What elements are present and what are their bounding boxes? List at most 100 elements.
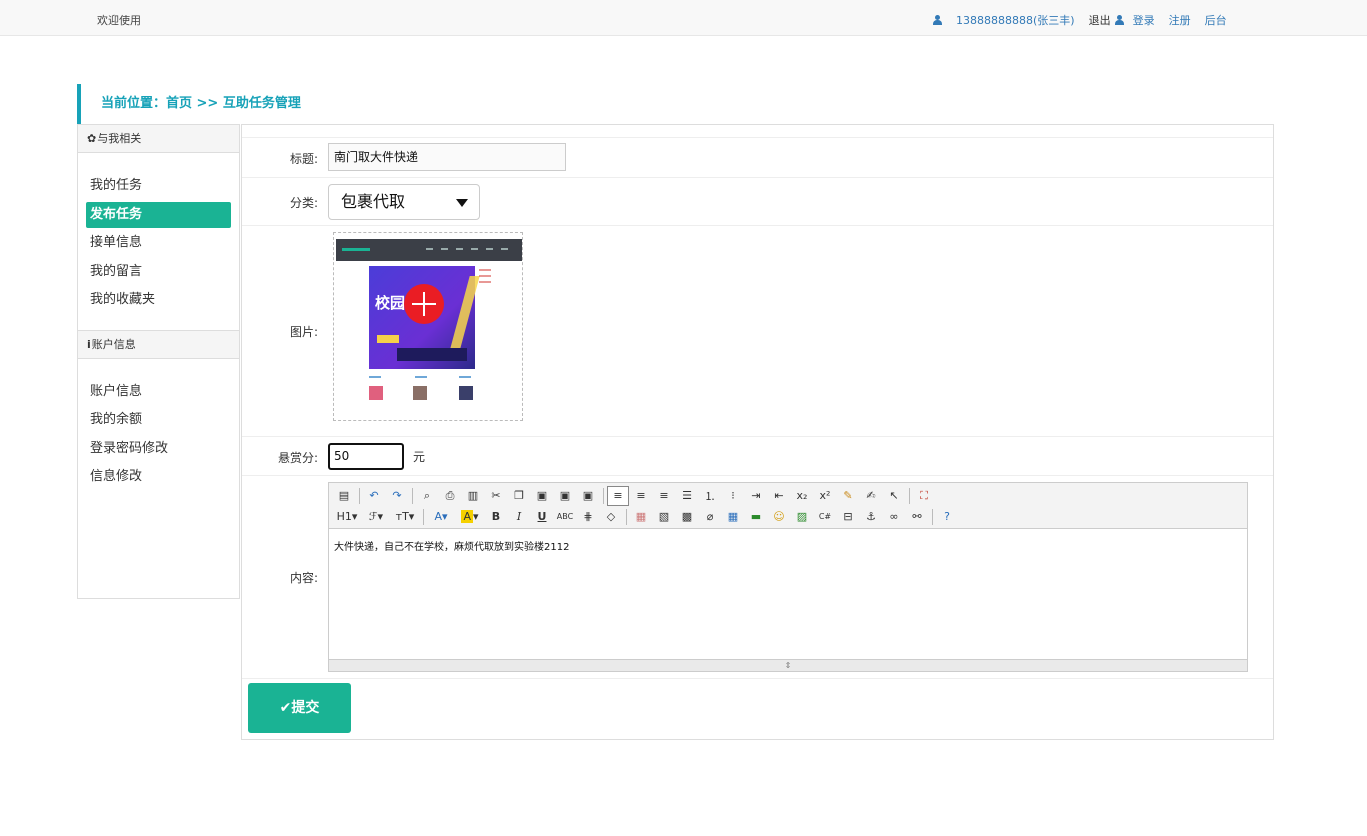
- sidebar-item-my-messages[interactable]: 我的留言: [86, 259, 231, 285]
- submit-label: 提交: [291, 700, 320, 716]
- sidebar-item-balance[interactable]: 我的余额: [86, 407, 231, 433]
- register-link[interactable]: 注册: [1169, 12, 1191, 28]
- unordered-list-icon[interactable]: ⁝: [722, 486, 744, 506]
- sidebar-section-title: 与我相关: [97, 132, 142, 145]
- user-links: 13888888888(张三丰) 退出 登录 注册 后台: [933, 12, 1241, 28]
- category-label: 分类:: [289, 196, 318, 210]
- code-icon[interactable]: C#: [814, 507, 836, 527]
- line-height-icon[interactable]: ⋕: [577, 507, 599, 527]
- quick-format-icon[interactable]: ✍: [860, 486, 882, 506]
- gear-icon: ✿: [87, 132, 97, 145]
- logout-link[interactable]: 退出: [1089, 12, 1111, 28]
- superscript-icon[interactable]: x²: [814, 486, 836, 506]
- reward-label: 悬赏分:: [277, 451, 318, 465]
- sidebar-item-change-password[interactable]: 登录密码修改: [86, 436, 231, 462]
- admin-link[interactable]: 后台: [1205, 12, 1227, 28]
- category-selected: 包裹代取: [341, 192, 406, 211]
- editor-resize-handle[interactable]: ⇕: [329, 659, 1247, 671]
- align-justify-icon[interactable]: ☰: [676, 486, 698, 506]
- font-family-icon[interactable]: ℱ▾: [362, 507, 390, 527]
- align-center-icon[interactable]: ≡: [630, 486, 652, 506]
- login-link[interactable]: 登录: [1133, 12, 1155, 28]
- ordered-list-icon[interactable]: ⒈: [699, 486, 721, 506]
- sidebar-list: 我的任务 发布任务 接单信息 我的留言 我的收藏夹: [78, 153, 239, 330]
- page-break-icon[interactable]: ⊟: [837, 507, 859, 527]
- horizontal-rule-icon[interactable]: ▬: [745, 507, 767, 527]
- bold-icon[interactable]: B: [485, 507, 507, 527]
- rich-text-editor[interactable]: ▤ ↶ ↷ ⌕ ⎙ ▥ ✂ ❐ ▣ ▣ ▣ ≡ ≡ ≡ ☰ ⒈ ⁝ ⇥ ⇤ x₂…: [328, 482, 1248, 672]
- paste-word-icon[interactable]: ▣: [577, 486, 599, 506]
- remove-format-icon[interactable]: ◇: [600, 507, 622, 527]
- content-label: 内容:: [289, 571, 318, 585]
- emoticon-icon[interactable]: ☺: [768, 507, 790, 527]
- task-form: 标题: 南门取大件快递 分类: 包裹代取 图片: 校园 悬赏分: 50 元 内容…: [241, 124, 1274, 740]
- reward-input[interactable]: 50: [328, 443, 404, 470]
- title-label: 标题:: [289, 152, 318, 166]
- anchor-icon[interactable]: ⚓: [860, 507, 882, 527]
- thumbnail-banner-text: 校园: [375, 294, 406, 312]
- sidebar-item-publish-task[interactable]: 发布任务: [86, 201, 231, 228]
- sidebar-list: 账户信息 我的余额 登录密码修改 信息修改: [78, 359, 239, 507]
- redo-icon[interactable]: ↷: [386, 486, 408, 506]
- select-all-icon[interactable]: ↖: [883, 486, 905, 506]
- image-upload-preview[interactable]: 校园: [333, 232, 523, 421]
- indent-icon[interactable]: ⇥: [745, 486, 767, 506]
- username-link[interactable]: 13888888888(张三丰): [956, 12, 1075, 28]
- welcome-text: 欢迎使用: [97, 14, 141, 27]
- sidebar-item-accepted-orders[interactable]: 接单信息: [86, 230, 231, 256]
- category-row: 分类: 包裹代取: [242, 177, 1273, 225]
- reward-unit: 元: [413, 450, 426, 464]
- breadcrumb: 当前位置：首页 >> 互助任务管理: [77, 84, 301, 124]
- submit-button[interactable]: ✔提交: [248, 683, 351, 733]
- source-icon[interactable]: ▤: [333, 486, 355, 506]
- heading-icon[interactable]: H1▾: [333, 507, 361, 527]
- sidebar-item-account-info[interactable]: 账户信息: [86, 379, 231, 405]
- top-navbar: 欢迎使用 13888888888(张三丰) 退出 登录 注册 后台: [0, 0, 1367, 36]
- paste-icon[interactable]: ▣: [531, 486, 553, 506]
- underline-icon[interactable]: U: [531, 507, 553, 527]
- map-icon[interactable]: ▨: [791, 507, 813, 527]
- undo-icon[interactable]: ↶: [363, 486, 385, 506]
- sidebar-section-title: 账户信息: [91, 337, 136, 351]
- italic-icon[interactable]: I: [508, 507, 530, 527]
- sidebar-section-header: i账户信息: [78, 330, 239, 359]
- editor-content[interactable]: 大件快递，自己不在学校，麻烦代取放到实验楼2112: [334, 538, 569, 553]
- align-right-icon[interactable]: ≡: [653, 486, 675, 506]
- subscript-icon[interactable]: x₂: [791, 486, 813, 506]
- print-icon[interactable]: ⎙: [439, 486, 461, 506]
- preview-icon[interactable]: ⌕: [416, 486, 438, 506]
- paste-text-icon[interactable]: ▣: [554, 486, 576, 506]
- help-icon[interactable]: ?: [936, 507, 958, 527]
- cut-icon[interactable]: ✂: [485, 486, 507, 506]
- fullscreen-icon[interactable]: ⛶: [913, 486, 935, 506]
- image-icon[interactable]: ▦: [630, 507, 652, 527]
- strikethrough-icon[interactable]: ABC: [554, 507, 576, 527]
- sidebar-item-edit-info[interactable]: 信息修改: [86, 464, 231, 490]
- category-select[interactable]: 包裹代取: [328, 184, 480, 220]
- sidebar-item-my-tasks[interactable]: 我的任务: [86, 173, 231, 199]
- sidebar: ✿与我相关 我的任务 发布任务 接单信息 我的留言 我的收藏夹 i账户信息 账户…: [77, 124, 240, 599]
- user-icon: [933, 15, 942, 25]
- thumbnail-list: [367, 376, 505, 406]
- table-icon[interactable]: ▦: [722, 507, 744, 527]
- sidebar-item-favorites[interactable]: 我的收藏夹: [86, 287, 231, 313]
- info-icon: i: [87, 337, 91, 351]
- template-icon[interactable]: ▥: [462, 486, 484, 506]
- title-input[interactable]: 南门取大件快递: [328, 143, 566, 171]
- link-icon[interactable]: ∞: [883, 507, 905, 527]
- align-left-icon[interactable]: ≡: [607, 485, 629, 506]
- copy-icon[interactable]: ❐: [508, 486, 530, 506]
- font-color-icon[interactable]: A▾: [427, 507, 455, 527]
- multi-image-icon[interactable]: ▧: [653, 507, 675, 527]
- row-divider: [242, 678, 1273, 679]
- content-row: 内容: ▤ ↶ ↷ ⌕ ⎙ ▥ ✂ ❐ ▣ ▣ ▣ ≡ ≡ ≡ ☰ ⒈ ⁝ ⇥ …: [242, 475, 1273, 678]
- attachment-icon[interactable]: ⌀: [699, 507, 721, 527]
- flash-icon[interactable]: ▩: [676, 507, 698, 527]
- user-icon: [1114, 15, 1124, 25]
- unlink-icon[interactable]: ⚯: [906, 507, 928, 527]
- font-size-icon[interactable]: тT▾: [391, 507, 419, 527]
- highlight-color-icon[interactable]: A ▾: [456, 507, 484, 527]
- outdent-icon[interactable]: ⇤: [768, 486, 790, 506]
- add-image-icon[interactable]: [404, 284, 444, 324]
- clear-format-icon[interactable]: ✎: [837, 486, 859, 506]
